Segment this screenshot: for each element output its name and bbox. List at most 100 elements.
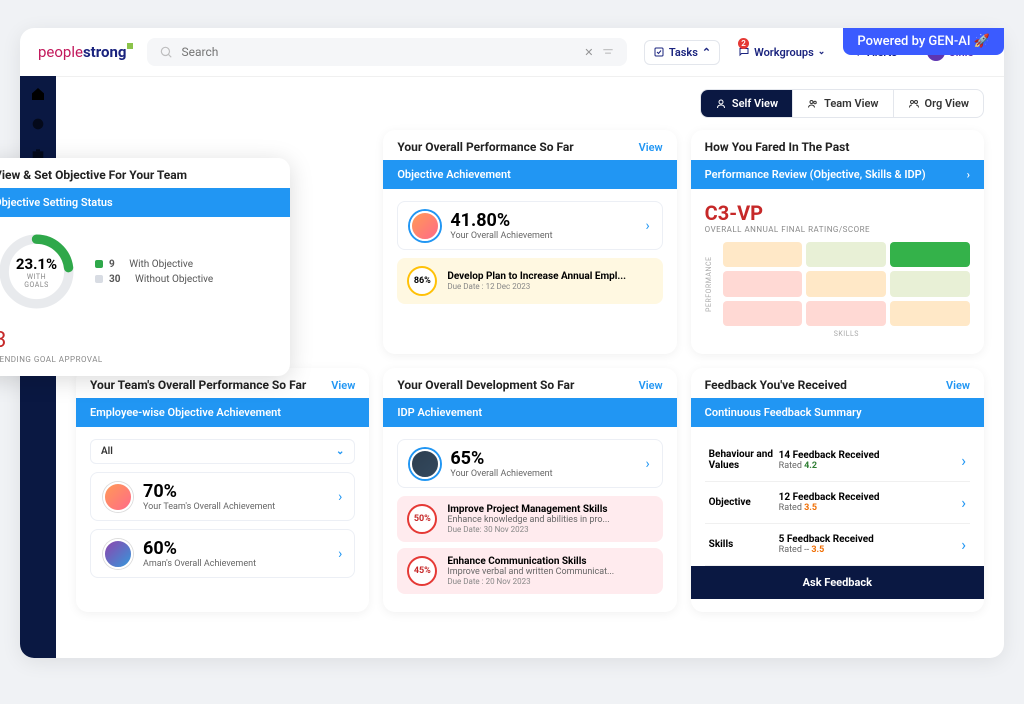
workgroups-label: Workgroups bbox=[754, 46, 814, 59]
feedback-count: 5 Feedback Received bbox=[779, 534, 962, 545]
tab-org-view[interactable]: Org View bbox=[894, 90, 983, 117]
legend-count: 9 bbox=[109, 259, 115, 270]
view-link[interactable]: View bbox=[331, 379, 355, 392]
filter-icon[interactable] bbox=[601, 45, 615, 59]
heatmap: PERFORMANCE SKILLS bbox=[705, 242, 970, 342]
tab-label: Team View bbox=[824, 97, 878, 110]
label: Aman's Overall Achievement bbox=[143, 559, 328, 569]
feedback-count: 12 Feedback Received bbox=[779, 492, 962, 503]
view-link[interactable]: View bbox=[639, 141, 663, 154]
chevron-down-icon: ⌄ bbox=[818, 47, 826, 57]
rating-value: 4.2 bbox=[804, 461, 817, 471]
chevron-right-icon: › bbox=[338, 546, 342, 562]
label: Your Team's Overall Achievement bbox=[143, 502, 328, 512]
tab-label: Org View bbox=[925, 97, 969, 110]
view-link[interactable]: View bbox=[639, 379, 663, 392]
subheader-label: Performance Review (Objective, Skills & … bbox=[705, 168, 926, 181]
task-sub: Enhance knowledge and abilities in pro..… bbox=[447, 515, 652, 525]
team-achievement-row[interactable]: 70%Your Team's Overall Achievement › bbox=[90, 472, 355, 521]
card-title: Your Overall Development So Far bbox=[397, 378, 574, 392]
tab-self-view[interactable]: Self View bbox=[701, 90, 793, 117]
filter-value: All bbox=[101, 446, 113, 457]
rating-value: C3-VP bbox=[705, 201, 970, 225]
card-subheader[interactable]: Continuous Feedback Summary bbox=[691, 398, 984, 427]
heatmap-xlabel: SKILLS bbox=[723, 330, 970, 342]
achievement-row[interactable]: 41.80%Your Overall Achievement › bbox=[397, 201, 662, 250]
feedback-row-behaviour[interactable]: Behaviour and Values 14 Feedback Receive… bbox=[705, 439, 970, 482]
achievement-pct: 41.80% bbox=[450, 210, 635, 231]
chevron-right-icon: › bbox=[967, 168, 970, 181]
card-title: View & Set Objective For Your Team bbox=[0, 168, 187, 182]
legend-label: Without Objective bbox=[135, 274, 213, 285]
heatmap-cell bbox=[806, 271, 886, 296]
pct: 70% bbox=[143, 481, 328, 502]
workgroups-button[interactable]: 2 Workgroups ⌄ bbox=[730, 41, 833, 64]
target-icon[interactable] bbox=[30, 116, 46, 132]
heatmap-cell bbox=[806, 242, 886, 267]
workgroups-badge: 2 bbox=[738, 38, 749, 49]
rated-label: Rated bbox=[779, 461, 802, 471]
card-subheader[interactable]: Performance Review (Objective, Skills & … bbox=[691, 160, 984, 189]
subheader-label: IDP Achievement bbox=[397, 406, 482, 419]
subheader-label: Objective Setting Status bbox=[0, 196, 113, 209]
legend: 9 With Objective 30 Without Objective bbox=[95, 255, 213, 289]
person-icon bbox=[715, 98, 727, 110]
tasks-button[interactable]: Tasks ⌃ bbox=[644, 40, 720, 65]
people-icon bbox=[807, 98, 819, 110]
label: Your Overall Achievement bbox=[450, 469, 635, 479]
donut-pct: 23.1% bbox=[15, 255, 58, 273]
card-subheader[interactable]: Employee-wise Objective Achievement bbox=[76, 398, 369, 427]
logo-part2: strong bbox=[83, 43, 127, 61]
genai-badge: Powered by GEN-AI 🚀 bbox=[843, 28, 1004, 55]
task-title: Develop Plan to Increase Annual Empl... bbox=[447, 271, 652, 282]
cards-row-2: Your Team's Overall Performance So Far Vi… bbox=[76, 368, 984, 612]
card-team-performance: Your Team's Overall Performance So Far Vi… bbox=[76, 368, 369, 612]
tab-team-view[interactable]: Team View bbox=[793, 90, 893, 117]
home-icon[interactable] bbox=[30, 86, 46, 102]
rating-value: 3.5 bbox=[804, 503, 817, 513]
heatmap-cell bbox=[890, 242, 970, 267]
card-past-performance: How You Fared In The Past Performance Re… bbox=[691, 130, 984, 354]
feedback-row-skills[interactable]: Skills 5 Feedback ReceivedRated -- 3.5 › bbox=[705, 524, 970, 566]
filter-dropdown[interactable]: All ⌄ bbox=[90, 439, 355, 464]
tasks-label: Tasks bbox=[669, 46, 698, 59]
subheader-label: Objective Achievement bbox=[397, 168, 510, 181]
feedback-category: Objective bbox=[709, 497, 779, 508]
chevron-down-icon: ⌄ bbox=[336, 446, 344, 457]
legend-label: With Objective bbox=[129, 259, 193, 270]
idp-achievement-row[interactable]: 65%Your Overall Achievement › bbox=[397, 439, 662, 488]
avatar bbox=[103, 539, 133, 569]
heatmap-cell bbox=[806, 301, 886, 326]
view-tabs: Self View Team View Org View bbox=[700, 89, 984, 118]
feedback-count: 14 Feedback Received bbox=[779, 450, 962, 461]
achievement-label: Your Overall Achievement bbox=[450, 231, 635, 241]
card-overall-performance: Your Overall Performance So FarView Obje… bbox=[383, 130, 676, 354]
chevron-right-icon: › bbox=[961, 451, 966, 470]
ask-feedback-button[interactable]: Ask Feedback bbox=[691, 566, 984, 599]
legend-count: 30 bbox=[109, 274, 120, 285]
card-title: Your Team's Overall Performance So Far bbox=[90, 378, 306, 392]
org-icon bbox=[908, 98, 920, 110]
heatmap-cell bbox=[890, 301, 970, 326]
idp-task-row[interactable]: 50% Improve Project Management SkillsEnh… bbox=[397, 496, 662, 542]
view-link[interactable]: View bbox=[946, 379, 970, 392]
heatmap-cell bbox=[723, 242, 803, 267]
card-subheader[interactable]: Objective Setting Status bbox=[0, 188, 290, 217]
feedback-row-objective[interactable]: Objective 12 Feedback ReceivedRated 3.5 … bbox=[705, 482, 970, 524]
search-icon bbox=[159, 45, 173, 59]
card-subheader[interactable]: IDP Achievement bbox=[383, 398, 676, 427]
card-title: How You Fared In The Past bbox=[705, 140, 850, 154]
tasks-icon bbox=[653, 46, 665, 58]
employee-achievement-row[interactable]: 60%Aman's Overall Achievement › bbox=[90, 529, 355, 578]
card-subheader[interactable]: Objective Achievement bbox=[383, 160, 676, 189]
heatmap-cell bbox=[723, 271, 803, 296]
task-progress-badge: 86% bbox=[407, 266, 437, 296]
search-input[interactable] bbox=[181, 45, 576, 59]
chevron-up-icon: ⌃ bbox=[702, 46, 711, 59]
task-row[interactable]: 86% Develop Plan to Increase Annual Empl… bbox=[397, 258, 662, 304]
logo[interactable]: peoplestrong bbox=[38, 43, 133, 61]
clear-icon[interactable]: ✕ bbox=[584, 46, 593, 59]
rating-label: OVERALL ANNUAL FINAL RATING/SCORE bbox=[705, 225, 970, 234]
idp-task-row[interactable]: 45% Enhance Communication SkillsImprove … bbox=[397, 548, 662, 594]
search-box[interactable]: ✕ bbox=[147, 38, 627, 66]
